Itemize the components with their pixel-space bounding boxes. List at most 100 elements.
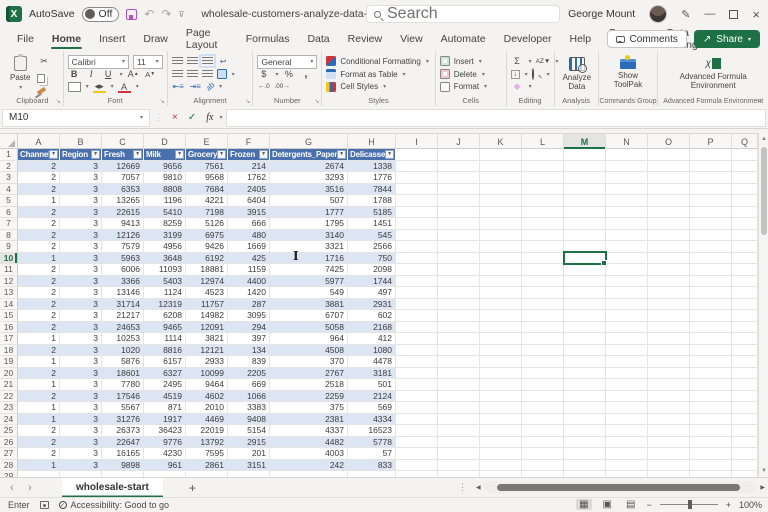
cell-J13[interactable] — [438, 287, 480, 299]
cell-I9[interactable] — [396, 241, 438, 253]
cell-E13[interactable]: 4523 — [186, 287, 228, 299]
filter-button-Delicassen[interactable]: ▼ — [385, 150, 394, 159]
cell-B13[interactable]: 3 — [60, 287, 102, 299]
cell-A17[interactable]: 1 — [18, 333, 60, 345]
cell-D24[interactable]: 1917 — [144, 414, 186, 426]
cell-E21[interactable]: 9464 — [186, 379, 228, 391]
cell-G16[interactable]: 5058 — [270, 322, 348, 334]
cell-I28[interactable] — [396, 460, 438, 472]
tab-home[interactable]: Home — [43, 28, 90, 49]
column-header-B[interactable]: B — [60, 134, 102, 149]
cell-P23[interactable] — [690, 402, 732, 414]
cell-A2[interactable]: 2 — [18, 161, 60, 173]
cell-Q8[interactable] — [732, 230, 758, 242]
cell-E14[interactable]: 11757 — [186, 299, 228, 311]
cell-H21[interactable]: 501 — [348, 379, 396, 391]
cell-J5[interactable] — [438, 195, 480, 207]
zoom-slider[interactable] — [660, 504, 718, 506]
cell-Q7[interactable] — [732, 218, 758, 230]
cell-A4[interactable]: 2 — [18, 184, 60, 196]
cell-G26[interactable]: 4482 — [270, 437, 348, 449]
cell-I23[interactable] — [396, 402, 438, 414]
zoom-out-icon[interactable]: − — [646, 500, 651, 510]
tab-automate[interactable]: Automate — [432, 28, 495, 49]
cell-O14[interactable] — [648, 299, 690, 311]
cell-I25[interactable] — [396, 425, 438, 437]
row-header-15[interactable]: 15 — [0, 310, 18, 322]
spreadsheet-grid[interactable]: ABCDEFGHIJKLMNOPQ1Channel▼Region▼Fresh▼M… — [0, 133, 758, 477]
cell-A9[interactable]: 2 — [18, 241, 60, 253]
cell-D5[interactable]: 1196 — [144, 195, 186, 207]
cell-J3[interactable] — [438, 172, 480, 184]
cell-L2[interactable] — [522, 161, 564, 173]
cell-P15[interactable] — [690, 310, 732, 322]
cell-F21[interactable]: 669 — [228, 379, 270, 391]
cell-A10[interactable]: 1 — [18, 253, 60, 265]
decrease-decimal-icon[interactable]: .00→ — [274, 81, 290, 93]
align-top-icon[interactable] — [172, 57, 183, 65]
number-launcher-icon[interactable]: ↘ — [314, 98, 319, 105]
cell-E19[interactable]: 2933 — [186, 356, 228, 368]
column-header-C[interactable]: C — [102, 134, 144, 149]
cell-F1[interactable]: Frozen▼ — [228, 149, 270, 161]
cell-F15[interactable]: 3095 — [228, 310, 270, 322]
cell-L3[interactable] — [522, 172, 564, 184]
cell-C20[interactable]: 18601 — [102, 368, 144, 380]
cell-C27[interactable]: 16165 — [102, 448, 144, 460]
cell-L21[interactable] — [522, 379, 564, 391]
page-break-view-icon[interactable]: ▤ — [623, 499, 638, 510]
cell-D2[interactable]: 9656 — [144, 161, 186, 173]
cell-E11[interactable]: 18881 — [186, 264, 228, 276]
cell-L1[interactable] — [522, 149, 564, 161]
cell-D16[interactable]: 9465 — [144, 322, 186, 334]
cell-N6[interactable] — [606, 207, 648, 219]
column-header-L[interactable]: L — [522, 134, 564, 149]
cell-G4[interactable]: 3516 — [270, 184, 348, 196]
insert-cells-button[interactable]: Insert ▾ — [440, 55, 502, 68]
cell-H17[interactable]: 412 — [348, 333, 396, 345]
cell-K7[interactable] — [480, 218, 522, 230]
underline-button[interactable]: U — [102, 68, 115, 80]
analyze-data-button[interactable]: Analyze Data — [559, 53, 595, 95]
row-header-20[interactable]: 20 — [0, 368, 18, 380]
cell-J7[interactable] — [438, 218, 480, 230]
merge-center-icon[interactable] — [217, 69, 227, 79]
avatar[interactable] — [649, 5, 667, 23]
cell-B16[interactable]: 3 — [60, 322, 102, 334]
cell-Q5[interactable] — [732, 195, 758, 207]
cell-F19[interactable]: 839 — [228, 356, 270, 368]
cell-F23[interactable]: 3383 — [228, 402, 270, 414]
cell-G19[interactable]: 370 — [270, 356, 348, 368]
vertical-scrollbar[interactable]: ▲ ▼ — [758, 133, 768, 477]
cell-L6[interactable] — [522, 207, 564, 219]
font-launcher-icon[interactable]: ↘ — [160, 98, 165, 105]
bold-button[interactable]: B — [68, 68, 81, 80]
column-header-N[interactable]: N — [606, 134, 648, 149]
new-sheet-icon[interactable]: + — [163, 481, 222, 495]
column-header-H[interactable]: H — [348, 134, 396, 149]
cell-P20[interactable] — [690, 368, 732, 380]
row-header-19[interactable]: 19 — [0, 356, 18, 368]
row-header-27[interactable]: 27 — [0, 448, 18, 460]
cell-C24[interactable]: 31276 — [102, 414, 144, 426]
cell-K11[interactable] — [480, 264, 522, 276]
cell-K18[interactable] — [480, 345, 522, 357]
cell-A16[interactable]: 2 — [18, 322, 60, 334]
cell-B17[interactable]: 3 — [60, 333, 102, 345]
cell-D4[interactable]: 8808 — [144, 184, 186, 196]
cell-F17[interactable]: 397 — [228, 333, 270, 345]
cell-H6[interactable]: 5185 — [348, 207, 396, 219]
cell-J25[interactable] — [438, 425, 480, 437]
cell-B18[interactable]: 3 — [60, 345, 102, 357]
cell-K28[interactable] — [480, 460, 522, 472]
cell-B23[interactable]: 3 — [60, 402, 102, 414]
scroll-down-icon[interactable]: ▼ — [761, 468, 767, 474]
cell-L28[interactable] — [522, 460, 564, 472]
cell-Q1[interactable] — [732, 149, 758, 161]
cell-M28[interactable] — [564, 460, 606, 472]
format-painter-icon[interactable] — [37, 87, 47, 95]
cell-C13[interactable]: 13146 — [102, 287, 144, 299]
cell-K16[interactable] — [480, 322, 522, 334]
comma-style-button[interactable]: , — [299, 68, 312, 80]
cell-E7[interactable]: 5126 — [186, 218, 228, 230]
